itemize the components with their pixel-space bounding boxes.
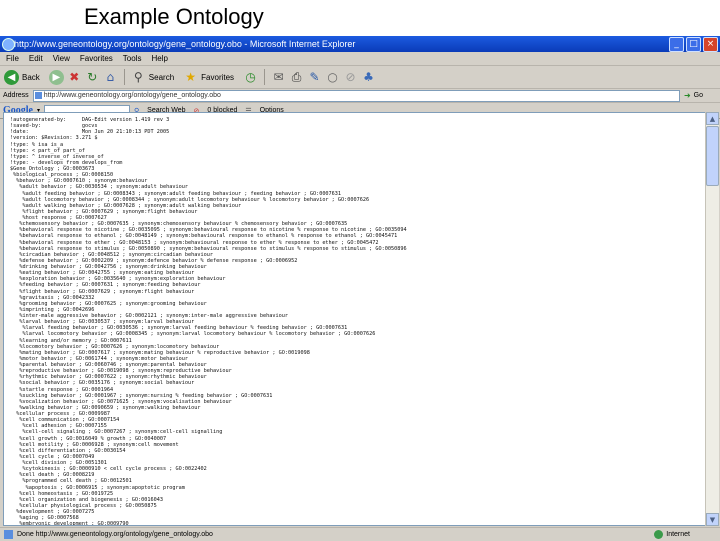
- vertical-scrollbar[interactable]: ▲ ▼: [705, 112, 719, 526]
- scroll-thumb[interactable]: [706, 126, 719, 186]
- internet-explorer-icon: [2, 38, 15, 51]
- go-button[interactable]: Go: [691, 92, 706, 99]
- back-arrow-icon[interactable]: ◀: [4, 69, 19, 85]
- menu-help[interactable]: Help: [151, 52, 167, 65]
- status-zone: Internet: [654, 528, 690, 541]
- discuss-icon[interactable]: ○: [325, 70, 340, 85]
- address-label: Address: [3, 92, 29, 99]
- ontology-text: !autogenerated-by: DAG-Edit version 1.41…: [4, 113, 705, 526]
- scroll-down-icon[interactable]: ▼: [706, 513, 719, 526]
- favorites-label[interactable]: Favorites: [201, 73, 234, 82]
- ontology-line: %embryonic development ; GO:0009790: [10, 521, 129, 526]
- status-bar: Done http://www.geneontology.org/ontolog…: [0, 527, 720, 541]
- address-input[interactable]: http://www.geneontology.org/ontology/gen…: [32, 89, 680, 102]
- page-icon: [34, 91, 42, 99]
- forward-arrow-icon[interactable]: ▶: [48, 69, 64, 85]
- toolbar-separator: [264, 69, 266, 85]
- refresh-icon[interactable]: ↻: [85, 70, 100, 85]
- address-value: http://www.geneontology.org/ontology/gen…: [43, 91, 221, 99]
- menu-favorites[interactable]: Favorites: [80, 52, 113, 65]
- zone-label: Internet: [666, 531, 690, 538]
- menu-tools[interactable]: Tools: [123, 52, 142, 65]
- menu-bar: File Edit View Favorites Tools Help: [0, 52, 720, 66]
- window-title: http://www.geneontology.org/ontology/gen…: [14, 39, 356, 49]
- window-titlebar: http://www.geneontology.org/ontology/gen…: [0, 36, 720, 52]
- menu-edit[interactable]: Edit: [29, 52, 43, 65]
- edit-icon[interactable]: ✎: [307, 70, 322, 85]
- close-button[interactable]: ×: [703, 37, 718, 52]
- scroll-up-icon[interactable]: ▲: [706, 112, 719, 125]
- menu-view[interactable]: View: [53, 52, 70, 65]
- page-status-icon: [4, 530, 13, 539]
- mail-icon[interactable]: ✉: [271, 70, 286, 85]
- window-controls: _ □ ×: [669, 37, 718, 52]
- status-text: Done http://www.geneontology.org/ontolog…: [17, 531, 213, 538]
- maximize-button[interactable]: □: [686, 37, 701, 52]
- toolbar-separator: [123, 69, 125, 85]
- search-label[interactable]: Search: [149, 73, 174, 82]
- slide-title: Example Ontology: [84, 4, 264, 29]
- back-label[interactable]: Back: [22, 73, 40, 82]
- messenger-icon[interactable]: ♣: [361, 70, 376, 85]
- standard-toolbar: ◀ Back ▶ ✖ ↻ ⌂ ⚲ Search ★ Favorites ◷ ✉ …: [0, 66, 720, 89]
- browser-window: http://www.geneontology.org/ontology/gen…: [0, 36, 720, 541]
- favorites-star-icon[interactable]: ★: [183, 70, 198, 85]
- home-icon[interactable]: ⌂: [103, 70, 118, 85]
- blocked-icon[interactable]: ⊘: [343, 70, 358, 85]
- internet-zone-icon: [654, 530, 664, 539]
- menu-file[interactable]: File: [6, 52, 19, 65]
- search-icon[interactable]: ⚲: [131, 70, 146, 85]
- address-bar: Address http://www.geneontology.org/onto…: [0, 89, 720, 103]
- go-arrow-icon[interactable]: ➜: [684, 91, 691, 100]
- minimize-button[interactable]: _: [669, 37, 684, 52]
- history-icon[interactable]: ◷: [243, 70, 258, 85]
- page-content: !autogenerated-by: DAG-Edit version 1.41…: [3, 112, 706, 526]
- stop-icon[interactable]: ✖: [67, 70, 82, 85]
- print-icon[interactable]: ⎙: [289, 70, 304, 85]
